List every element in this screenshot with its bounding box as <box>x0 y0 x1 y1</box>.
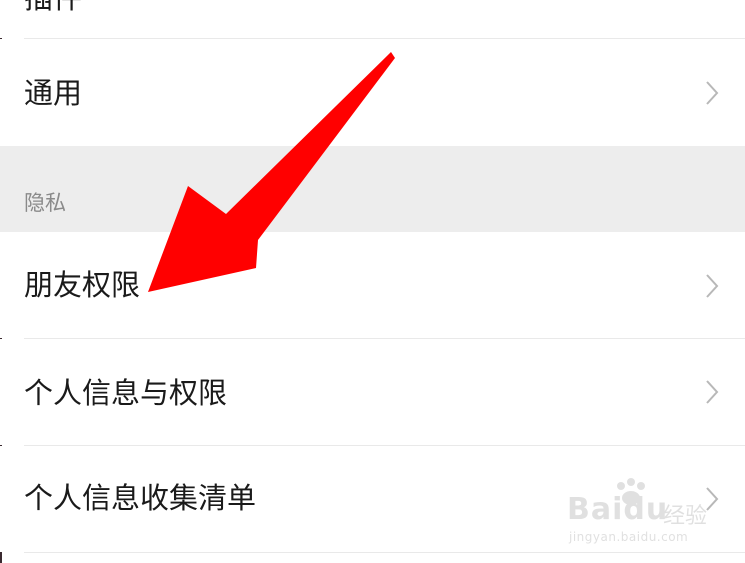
section-title-privacy: 隐私 <box>24 191 66 215</box>
settings-item-general[interactable]: 通用 <box>0 39 745 146</box>
settings-item-general-label: 通用 <box>24 76 83 110</box>
chevron-right-icon <box>706 274 719 298</box>
settings-item-top-partial[interactable]: 插件 <box>0 0 745 38</box>
chevron-right-icon <box>706 380 719 404</box>
baidu-jingyan-watermark: Baidu 经验 jingyan.baidu.com <box>567 478 737 558</box>
watermark-cn: 经验 <box>663 504 708 529</box>
watermark-brand: Baidu <box>567 492 669 527</box>
settings-item-label: 个人信息与权限 <box>24 376 228 410</box>
chevron-right-icon <box>706 81 719 105</box>
settings-item-label: 个人信息收集清单 <box>24 481 257 515</box>
watermark-url: jingyan.baidu.com <box>569 530 689 544</box>
settings-item-label: 朋友权限 <box>24 268 141 302</box>
section-header-privacy-text-wrap <box>0 146 745 232</box>
settings-screen: 插件 通用 隐私 朋友权限 个人信息与权限 个人信息收集清单 <box>0 0 745 563</box>
settings-item-friend-permissions[interactable]: 朋友权限 <box>0 232 745 338</box>
settings-item-personal-info-permissions[interactable]: 个人信息与权限 <box>0 339 745 445</box>
settings-item-top-partial-label: 插件 <box>24 0 82 13</box>
